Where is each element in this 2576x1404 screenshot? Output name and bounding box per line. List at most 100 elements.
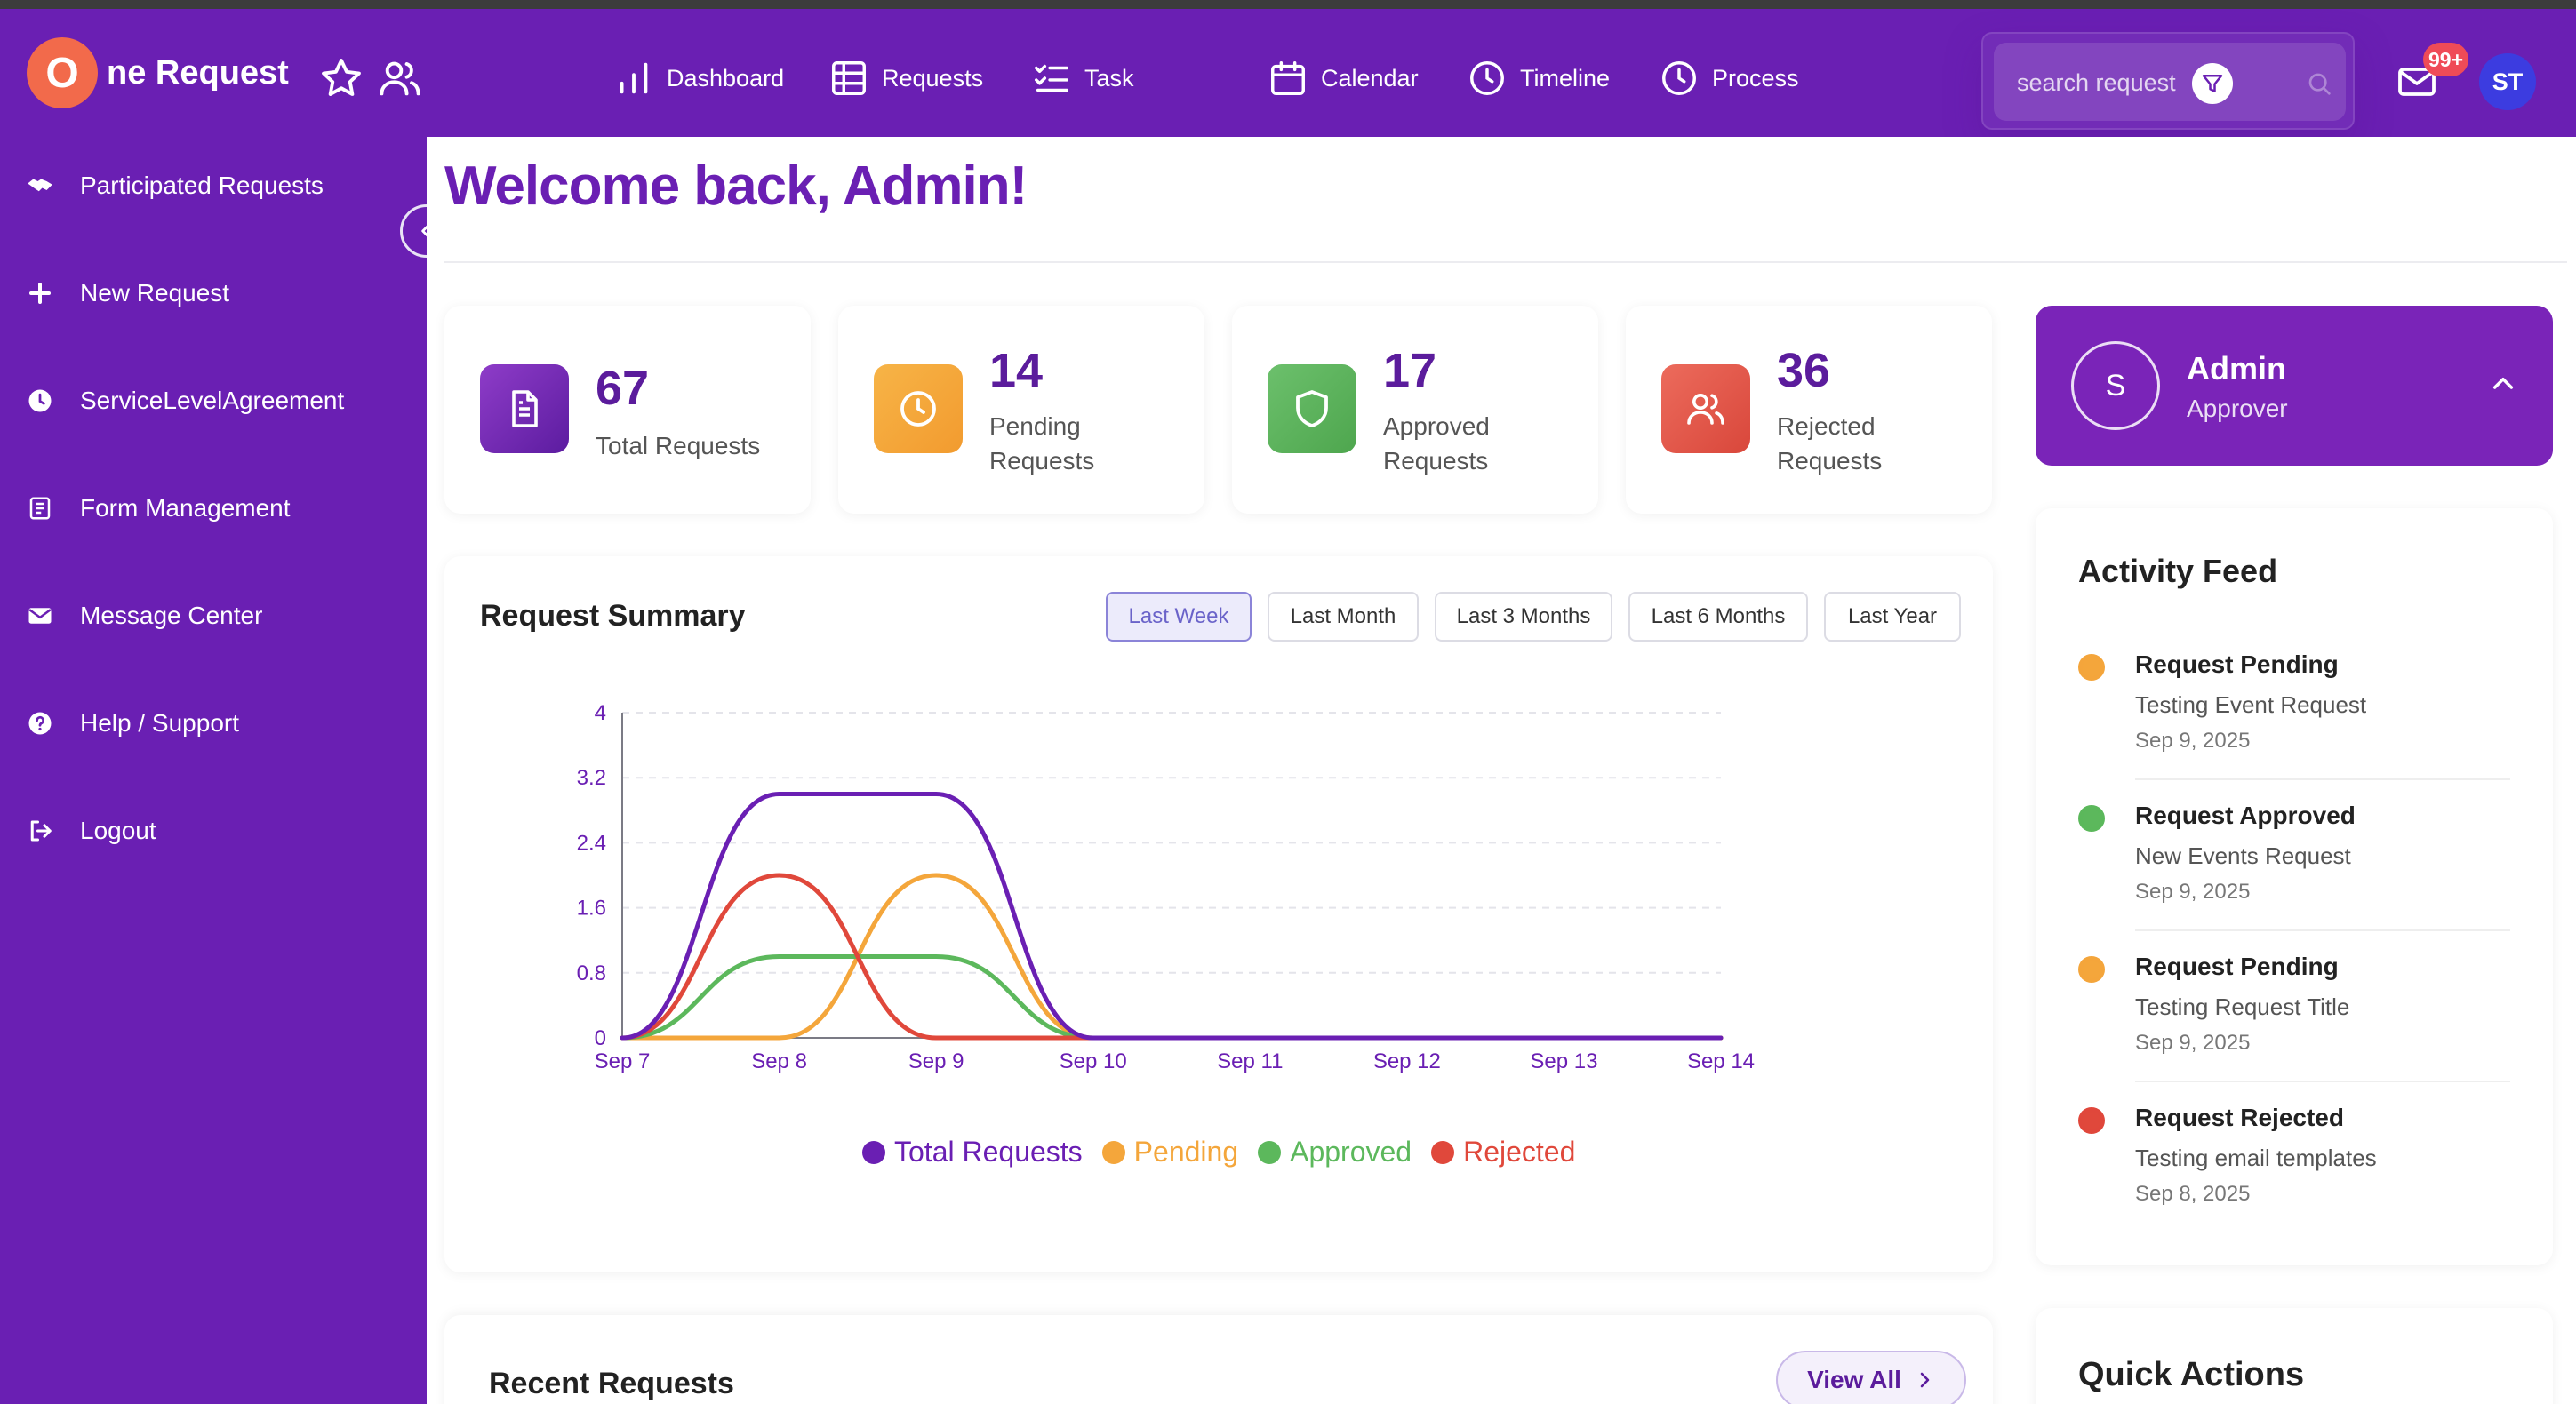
chevron-right-icon — [1920, 1372, 1930, 1388]
stat-label-line2: Requests — [1777, 447, 1883, 475]
bar-chart-icon — [620, 62, 648, 94]
stat-value: 36 — [1777, 344, 1831, 397]
divider — [2135, 778, 2510, 780]
legend-swatch — [1258, 1140, 1282, 1164]
request-summary-card: Request Summary Last Week Last Month Las… — [444, 556, 1993, 1272]
stat-value: 14 — [989, 344, 1044, 397]
activity-feed-title: Activity Feed — [2078, 553, 2278, 589]
main-content: Welcome back, Admin! 67 Total Requests 1… — [427, 137, 2576, 1404]
nav-calendar[interactable]: Calendar — [1268, 55, 1419, 101]
view-all-button[interactable]: View All — [1776, 1351, 1966, 1404]
chart-legend: Total Requests Pending Approved Rejected — [862, 1136, 1595, 1169]
question-icon — [28, 712, 52, 735]
series-line-approved — [620, 954, 1724, 1041]
divider — [444, 261, 2567, 263]
sidebar: Participated Requests New Request Servic… — [0, 137, 427, 1404]
legend-item[interactable]: Total Requests — [862, 1136, 1083, 1169]
activity-item-title: Request Pending — [2135, 953, 2339, 980]
stat-label: Approved Requests — [1383, 409, 1490, 478]
activity-item-title: Request Pending — [2135, 650, 2339, 678]
x-tick-label: Sep 7 — [595, 1049, 651, 1073]
stat-card-rejected[interactable]: 36 Rejected Requests — [1626, 306, 1992, 514]
legend-item[interactable]: Rejected — [1431, 1136, 1575, 1169]
activity-feed-item[interactable]: Request Rejected Testing email templates S… — [2078, 1097, 2510, 1248]
y-tick-label: 0 — [595, 1026, 606, 1050]
sidebar-item-logout[interactable]: Logout — [27, 809, 156, 853]
y-tick-label: 0.8 — [577, 961, 606, 985]
profile-role: Approver — [2187, 395, 2288, 422]
sidebar-item-label: Logout — [80, 817, 156, 844]
stat-label-line1: Pending — [989, 412, 1081, 440]
activity-item-date: Sep 9, 2025 — [2135, 1031, 2251, 1055]
legend-item[interactable]: Pending — [1101, 1136, 1239, 1169]
chevron-up-icon[interactable] — [2489, 370, 2517, 398]
stat-icon-total — [480, 364, 569, 453]
clock-icon — [900, 391, 936, 427]
sidebar-item-label: ServiceLevelAgreement — [80, 387, 345, 414]
notification-badge: 99+ — [2423, 43, 2469, 76]
filter-button[interactable] — [2192, 63, 2233, 104]
stat-icon-rejected — [1661, 364, 1750, 453]
activity-feed-item[interactable]: Request Approved New Events Request Sep 9,… — [2078, 794, 2510, 945]
x-tick-label: Sep 12 — [1373, 1049, 1441, 1073]
sidebar-item-label: Message Center — [80, 602, 263, 629]
stat-label-line2: Requests — [1383, 447, 1489, 475]
nav-task[interactable]: Task — [1031, 55, 1134, 101]
search-icon[interactable] — [2305, 69, 2333, 98]
activity-feed-item[interactable]: Request Pending Testing Event Request Sep … — [2078, 643, 2510, 794]
stat-value: 67 — [596, 362, 650, 415]
sidebar-item-help-support[interactable]: Help / Support — [27, 701, 239, 746]
activity-item-subtitle: Testing email templates — [2135, 1145, 2377, 1171]
sidebar-item-form-management[interactable]: Form Management — [27, 486, 291, 530]
activity-feed-item[interactable]: Request Pending Testing Request Title Sep … — [2078, 945, 2510, 1097]
legend-swatch — [1101, 1140, 1125, 1164]
checklist-icon — [1035, 64, 1068, 92]
activity-item-title: Request Approved — [2135, 802, 2356, 829]
nav-task-label: Task — [1084, 64, 1134, 92]
star-icon[interactable] — [318, 55, 364, 101]
calendar-icon — [1271, 61, 1305, 95]
nav-process[interactable]: Process — [1659, 55, 1799, 101]
status-dot — [2078, 805, 2105, 832]
stat-card-approved[interactable]: 17 Approved Requests — [1232, 306, 1598, 514]
sidebar-item-message-center[interactable]: Message Center — [27, 594, 262, 638]
nav-timeline[interactable]: Timeline — [1467, 55, 1610, 101]
profile-card[interactable]: S Admin Approver — [2036, 306, 2553, 466]
stat-icon-pending — [874, 364, 963, 453]
nav-dashboard[interactable]: Dashboard — [613, 55, 784, 101]
nav-dashboard-label: Dashboard — [667, 64, 785, 92]
avatar: S — [2071, 341, 2160, 430]
activity-item-date: Sep 8, 2025 — [2135, 1182, 2251, 1206]
stat-card-total[interactable]: 67 Total Requests — [444, 306, 811, 514]
nav-requests[interactable]: Requests — [828, 55, 983, 101]
stat-label-line1: Rejected — [1777, 412, 1876, 440]
search-input[interactable]: search request — [1994, 43, 2346, 121]
search-placeholder: search request — [2017, 69, 2176, 96]
filter-icon — [2202, 75, 2223, 92]
legend-item[interactable]: Approved — [1258, 1136, 1412, 1169]
status-dot — [2078, 1107, 2105, 1134]
nav-requests-label: Requests — [882, 64, 984, 92]
sidebar-item-participated-requests[interactable]: Participated Requests — [27, 164, 324, 208]
clock-icon — [1470, 61, 1504, 95]
nav-timeline-label: Timeline — [1520, 64, 1611, 92]
stat-card-pending[interactable]: 14 Pending Requests — [838, 306, 1204, 514]
logout-icon — [30, 820, 52, 842]
sidebar-item-service-level-agreement[interactable]: ServiceLevelAgreement — [27, 379, 344, 423]
activity-item-date: Sep 9, 2025 — [2135, 880, 2251, 904]
clock-icon — [1662, 61, 1696, 95]
plus-icon — [29, 283, 51, 304]
legend-label: Pending — [1133, 1136, 1239, 1168]
stat-icon-approved — [1268, 364, 1356, 453]
stat-value: 17 — [1383, 344, 1437, 397]
page-title: Welcome back, Admin! — [444, 156, 1028, 217]
legend-label: Rejected — [1463, 1136, 1576, 1168]
status-dot — [2078, 956, 2105, 983]
brand-logo[interactable]: O ne Request — [27, 37, 289, 108]
view-all-label: View All — [1807, 1366, 1901, 1393]
y-tick-label: 4 — [595, 701, 606, 725]
top-navbar: O ne Request Dashboard Requests Task Cal… — [0, 9, 2576, 137]
user-avatar[interactable]: ST — [2479, 53, 2536, 110]
users-icon[interactable] — [377, 55, 423, 101]
sidebar-item-new-request[interactable]: New Request — [27, 271, 229, 315]
